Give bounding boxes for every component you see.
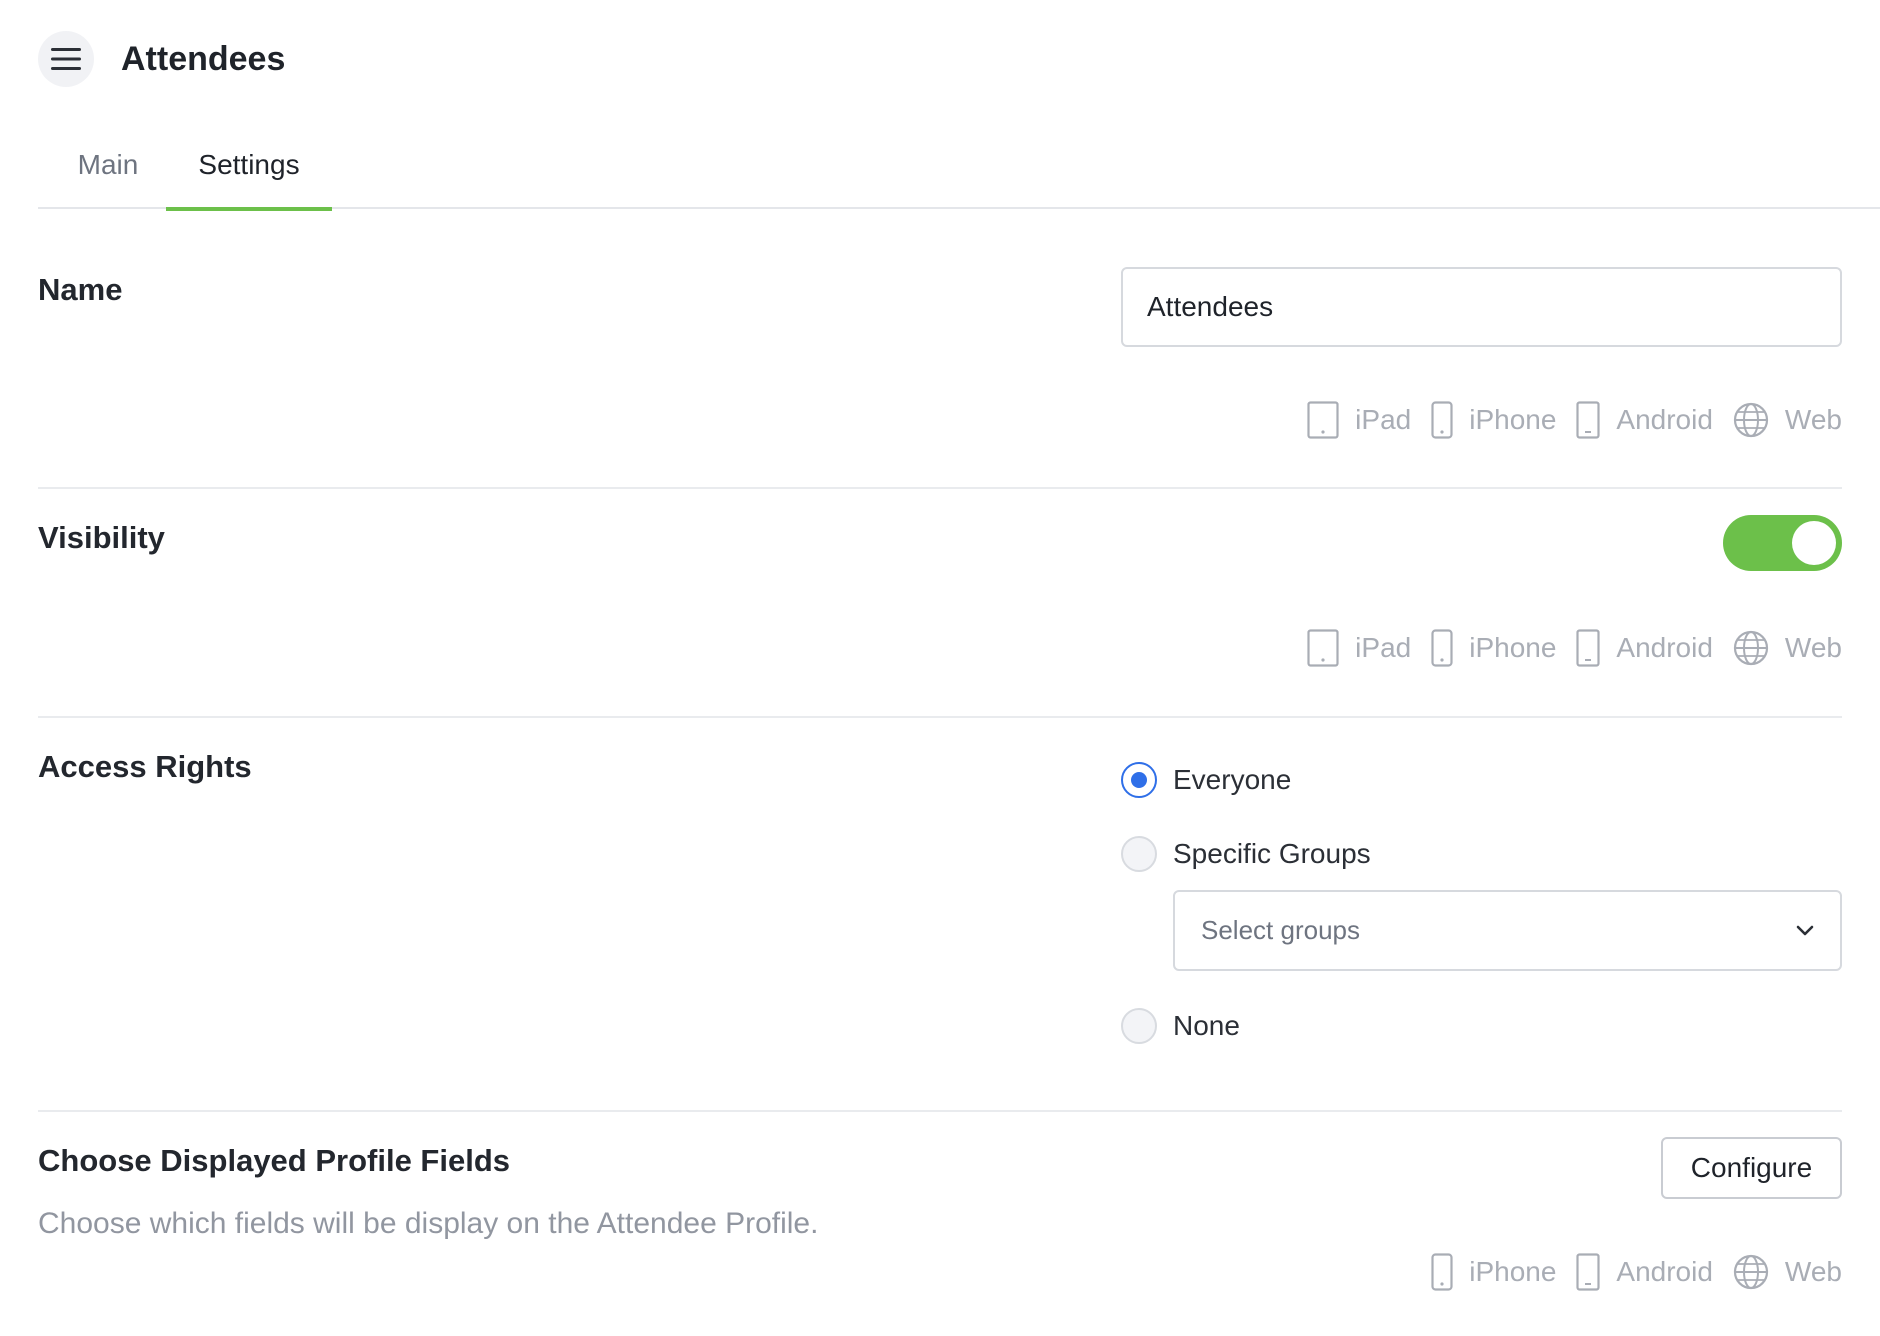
globe-icon <box>1733 630 1769 666</box>
radio-specific-groups[interactable]: Specific Groups <box>1121 834 1371 874</box>
platform-ipad: iPad <box>1307 629 1411 667</box>
radio-button-selected[interactable] <box>1121 762 1157 798</box>
platform-web: Web <box>1733 1254 1842 1290</box>
tablet-icon <box>1307 629 1339 667</box>
select-groups-dropdown[interactable]: Select groups <box>1173 890 1842 971</box>
visibility-section-label: Visibility <box>38 520 165 555</box>
section-divider <box>38 1110 1842 1112</box>
profile-fields-platform-list: iPhone Android Web <box>1411 1250 1842 1294</box>
visibility-toggle[interactable] <box>1723 515 1842 571</box>
toggle-knob <box>1792 521 1836 565</box>
phone-icon <box>1431 1253 1453 1291</box>
access-rights-section-label: Access Rights <box>38 749 252 784</box>
android-phone-icon <box>1576 1253 1601 1291</box>
android-phone-icon <box>1576 629 1601 667</box>
name-platform-list: iPad iPhone Android Web <box>1287 398 1842 442</box>
radio-everyone[interactable]: Everyone <box>1121 760 1291 800</box>
platform-iphone: iPhone <box>1431 1253 1556 1291</box>
platform-iphone: iPhone <box>1431 629 1556 667</box>
platform-android: Android <box>1576 401 1713 439</box>
tab-settings[interactable]: Settings <box>166 135 332 211</box>
phone-icon <box>1431 401 1453 439</box>
radio-none[interactable]: None <box>1121 1006 1240 1046</box>
section-divider <box>38 487 1842 489</box>
hamburger-menu-icon <box>51 48 81 70</box>
profile-fields-description: Choose which fields will be display on t… <box>38 1207 819 1240</box>
select-groups-placeholder: Select groups <box>1201 915 1360 945</box>
radio-button[interactable] <box>1121 1008 1157 1044</box>
platform-web: Web <box>1733 402 1842 438</box>
platform-android: Android <box>1576 1253 1713 1291</box>
platform-web: Web <box>1733 630 1842 666</box>
chevron-down-icon <box>1796 925 1814 935</box>
top-bar: Attendees <box>38 30 285 88</box>
visibility-platform-list: iPad iPhone Android Web <box>1287 626 1842 670</box>
tab-bar: Main Settings <box>38 135 1880 211</box>
globe-icon <box>1733 1254 1769 1290</box>
platform-android: Android <box>1576 629 1713 667</box>
menu-button[interactable] <box>38 31 94 87</box>
globe-icon <box>1733 402 1769 438</box>
section-divider <box>38 716 1842 718</box>
platform-ipad: iPad <box>1307 401 1411 439</box>
name-section-label: Name <box>38 272 123 307</box>
radio-button[interactable] <box>1121 836 1157 872</box>
name-input[interactable] <box>1121 267 1842 347</box>
platform-iphone: iPhone <box>1431 401 1556 439</box>
tablet-icon <box>1307 401 1339 439</box>
tab-main[interactable]: Main <box>70 135 146 209</box>
android-phone-icon <box>1576 401 1601 439</box>
page-title: Attendees <box>121 39 286 78</box>
configure-button[interactable]: Configure <box>1661 1137 1842 1199</box>
phone-icon <box>1431 629 1453 667</box>
profile-fields-section-label: Choose Displayed Profile Fields <box>38 1143 511 1178</box>
